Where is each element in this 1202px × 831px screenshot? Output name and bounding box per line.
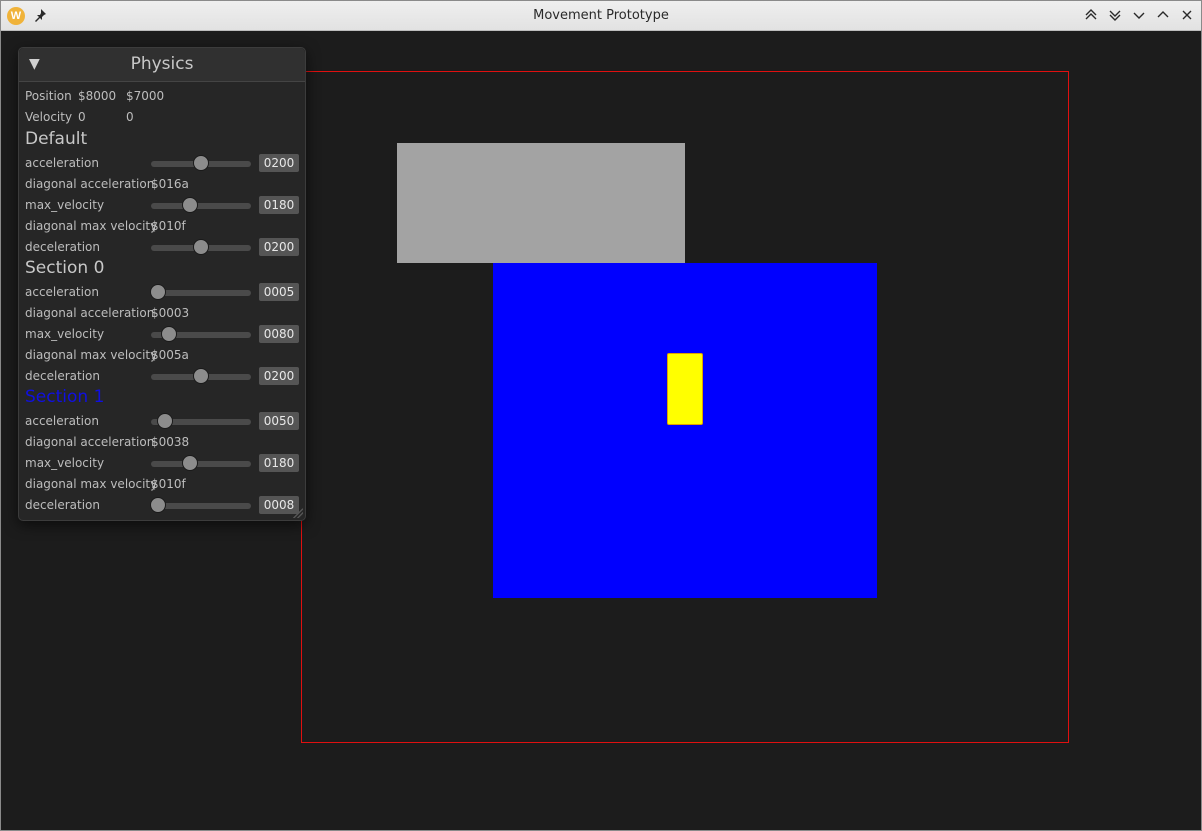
param-row: deceleration 0200 <box>25 237 301 258</box>
param-slider[interactable] <box>151 413 251 429</box>
param-value: $010f <box>151 219 186 233</box>
param-row: deceleration 0008 <box>25 495 301 516</box>
param-label: diagonal acceleration <box>25 306 155 320</box>
param-row: diagonal max velocity $010f <box>25 216 301 237</box>
param-value-box[interactable]: 0200 <box>259 367 299 385</box>
app-window: W Movement Prototype ▼ Physics Position … <box>0 0 1202 831</box>
param-slider[interactable] <box>151 197 251 213</box>
param-slider[interactable] <box>150 284 251 300</box>
param-slider[interactable] <box>150 497 251 513</box>
param-value-box[interactable]: 0180 <box>259 454 299 472</box>
minimize-icon[interactable] <box>1130 6 1148 24</box>
maximize-icon[interactable] <box>1154 6 1172 24</box>
param-row: max_velocity 0080 <box>25 324 301 345</box>
param-value: $016a <box>151 177 189 191</box>
physics-panel: ▼ Physics Position $8000 $7000 Velocity … <box>18 47 306 521</box>
param-label: deceleration <box>25 240 100 254</box>
param-row: diagonal acceleration $0038 <box>25 432 301 453</box>
position-x: $8000 <box>78 89 117 103</box>
close-icon[interactable] <box>1178 6 1196 24</box>
param-label: max_velocity <box>25 198 105 212</box>
slider-knob[interactable] <box>193 368 209 384</box>
slider-knob[interactable] <box>150 284 166 300</box>
param-value: $0003 <box>151 306 190 320</box>
slider-knob[interactable] <box>182 197 198 213</box>
position-y: $7000 <box>126 89 165 103</box>
param-label: acceleration <box>25 285 99 299</box>
section-title[interactable]: Section 1 <box>25 387 104 407</box>
param-slider[interactable] <box>151 455 251 471</box>
param-value: $0038 <box>151 435 190 449</box>
slider-knob[interactable] <box>157 413 173 429</box>
panel-title: Physics <box>130 54 194 74</box>
param-label: max_velocity <box>25 327 105 341</box>
param-row: acceleration 0005 <box>25 282 301 303</box>
slider-knob[interactable] <box>193 155 209 171</box>
param-value-box[interactable]: 0080 <box>259 325 299 343</box>
param-label: diagonal max velocity <box>25 348 158 362</box>
param-row: diagonal acceleration $016a <box>25 174 301 195</box>
param-row: diagonal acceleration $0003 <box>25 303 301 324</box>
keep-below-icon[interactable] <box>1106 6 1124 24</box>
param-value: $010f <box>151 477 186 491</box>
slider-knob[interactable] <box>193 239 209 255</box>
param-row: deceleration 0200 <box>25 366 301 387</box>
resize-grip[interactable] <box>293 508 303 518</box>
section-1-area <box>493 263 877 598</box>
velocity-y: 0 <box>126 110 134 124</box>
param-label: diagonal max velocity <box>25 219 158 233</box>
param-value-box[interactable]: 0005 <box>259 283 299 301</box>
param-label: deceleration <box>25 498 100 512</box>
keep-above-icon[interactable] <box>1082 6 1100 24</box>
param-slider[interactable] <box>151 326 251 342</box>
param-row: max_velocity 0180 <box>25 195 301 216</box>
param-row: max_velocity 0180 <box>25 453 301 474</box>
window-title: Movement Prototype <box>533 8 669 23</box>
param-value-box[interactable]: 0200 <box>259 238 299 256</box>
slider-knob[interactable] <box>182 455 198 471</box>
velocity-x: 0 <box>78 110 86 124</box>
param-row: diagonal max velocity $010f <box>25 474 301 495</box>
section-title[interactable]: Default <box>25 129 87 149</box>
param-label: diagonal max velocity <box>25 477 158 491</box>
panel-header[interactable]: ▼ Physics <box>19 48 305 82</box>
param-value: $005a <box>151 348 189 362</box>
param-label: acceleration <box>25 156 99 170</box>
velocity-label: Velocity <box>25 110 73 124</box>
param-value-box[interactable]: 0200 <box>259 154 299 172</box>
param-row: acceleration 0200 <box>25 153 301 174</box>
param-label: diagonal acceleration <box>25 435 155 449</box>
param-slider[interactable] <box>151 239 251 255</box>
param-label: acceleration <box>25 414 99 428</box>
slider-knob[interactable] <box>161 326 177 342</box>
player-sprite <box>667 353 703 425</box>
param-slider[interactable] <box>151 155 251 171</box>
param-value-box[interactable]: 0050 <box>259 412 299 430</box>
param-label: max_velocity <box>25 456 105 470</box>
param-slider[interactable] <box>151 368 251 384</box>
param-row: diagonal max velocity $005a <box>25 345 301 366</box>
section-title[interactable]: Section 0 <box>25 258 104 278</box>
slider-knob[interactable] <box>150 497 166 513</box>
position-label: Position <box>25 89 72 103</box>
param-row: acceleration 0050 <box>25 411 301 432</box>
param-label: deceleration <box>25 369 100 383</box>
param-label: diagonal acceleration <box>25 177 155 191</box>
title-bar[interactable]: W Movement Prototype <box>1 1 1201 31</box>
param-value-box[interactable]: 0180 <box>259 196 299 214</box>
section-0-area <box>397 143 685 263</box>
game-viewport[interactable]: ▼ Physics Position $8000 $7000 Velocity … <box>1 31 1201 830</box>
